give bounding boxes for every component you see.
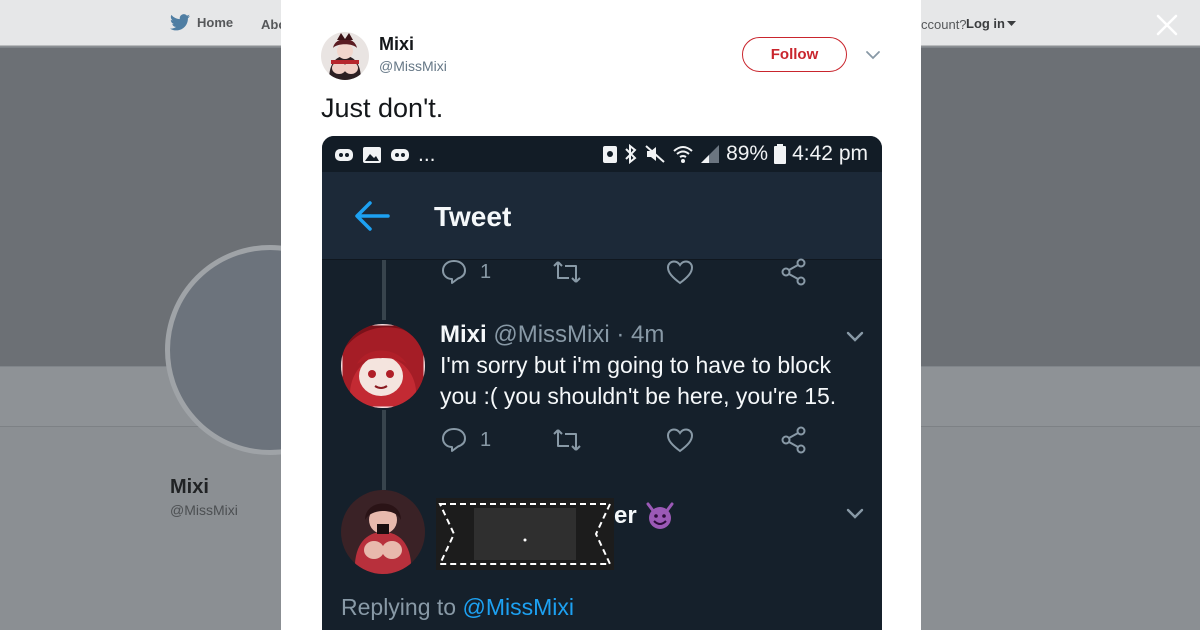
redacted-username — [436, 498, 614, 570]
reply-icon — [442, 428, 466, 452]
share-icon — [781, 426, 806, 454]
replying-prefix: Replying to — [341, 594, 457, 620]
more-notifications: ... — [418, 143, 436, 166]
thread-line-middle — [382, 410, 386, 490]
tweet-author-handle[interactable]: @MissMixi — [493, 321, 609, 348]
twitter-bird-icon — [170, 14, 190, 31]
like-action[interactable] — [666, 259, 780, 285]
thread-line-top — [382, 260, 386, 320]
tweet-author-name[interactable]: Mixi — [440, 321, 487, 348]
share-action[interactable] — [780, 258, 808, 286]
login-link[interactable]: Log in — [966, 16, 1016, 31]
phone-status-bar: ... 89% 4:42 pm — [322, 136, 882, 172]
tweet-timestamp: · 4m — [616, 321, 665, 348]
nav-home-label: Home — [197, 15, 234, 30]
tweet-avatar[interactable] — [341, 324, 425, 408]
chevron-down-icon[interactable] — [865, 48, 881, 62]
like-action[interactable] — [666, 427, 780, 453]
gallery-notification-icon — [363, 147, 381, 163]
caret-down-icon — [1007, 20, 1016, 26]
chevron-down-icon[interactable] — [846, 331, 864, 343]
signal-icon — [701, 145, 720, 163]
author-avatar[interactable] — [321, 32, 369, 80]
back-arrow-icon[interactable] — [354, 198, 390, 234]
close-icon[interactable] — [1152, 10, 1182, 40]
tweet-actions: 1 — [440, 426, 808, 454]
lock-icon — [603, 146, 618, 163]
tweet-actions-previous: 1 — [440, 258, 808, 286]
heart-icon — [666, 428, 694, 453]
attached-screenshot[interactable]: ... 89% 4:42 pm Tweet 1 Mixi @MissMixi ·… — [322, 136, 882, 630]
mute-icon — [645, 145, 665, 163]
discord-notification-icon-2 — [391, 149, 409, 161]
wifi-icon — [673, 146, 693, 163]
reply-action[interactable]: 1 — [440, 426, 552, 454]
tweet-app-bar: Tweet — [322, 172, 882, 260]
reply-avatar-image — [341, 490, 425, 574]
login-label: Log in — [966, 16, 1005, 31]
nav-home-link[interactable]: Home — [170, 14, 233, 31]
redaction-block — [436, 498, 614, 570]
author-name[interactable]: Mixi — [379, 34, 414, 55]
retweet-icon — [553, 429, 581, 451]
replying-to-line: Replying to @MissMixi — [341, 594, 574, 621]
bluetooth-icon — [625, 144, 637, 164]
author-avatar-image — [321, 32, 369, 80]
follow-button[interactable]: Follow — [742, 37, 847, 72]
reply-avatar[interactable] — [341, 490, 425, 574]
battery-percent: 89% — [726, 142, 769, 165]
tweet-avatar-image — [341, 324, 425, 408]
heart-icon — [666, 260, 694, 285]
discord-notification-icon — [335, 149, 353, 161]
tweet-header: Mixi @MissMixi · 4m — [440, 321, 664, 349]
reply-author-partial: er — [614, 502, 675, 530]
share-action[interactable] — [780, 426, 808, 454]
battery-icon — [774, 144, 787, 164]
app-bar-title: Tweet — [434, 201, 512, 232]
have-account-text: ccount? — [921, 17, 967, 32]
reply-icon — [442, 260, 466, 284]
reply-action[interactable]: 1 — [440, 258, 552, 286]
retweet-action[interactable] — [552, 428, 666, 452]
reply-count: 1 — [480, 260, 492, 283]
tweet-body: I'm sorry but i'm going to have to block… — [440, 352, 837, 409]
tweet-text: Just don't. — [321, 93, 444, 123]
share-icon — [781, 258, 806, 286]
replying-mention-link[interactable]: @MissMixi — [462, 594, 574, 620]
chevron-down-icon[interactable] — [846, 508, 864, 520]
profile-name: Mixi — [170, 476, 209, 498]
tweet-modal: Mixi @MissMixi Follow Just don't. ... 89… — [281, 0, 921, 630]
reply-author-name-fragment: er — [614, 502, 637, 529]
author-handle[interactable]: @MissMixi — [379, 58, 447, 74]
profile-handle: @MissMixi — [170, 502, 238, 518]
retweet-icon — [553, 261, 581, 283]
retweet-action[interactable] — [552, 260, 666, 284]
devil-face-emoji-icon — [646, 502, 674, 529]
clock: 4:42 pm — [792, 142, 868, 165]
reply-count: 1 — [480, 428, 492, 451]
